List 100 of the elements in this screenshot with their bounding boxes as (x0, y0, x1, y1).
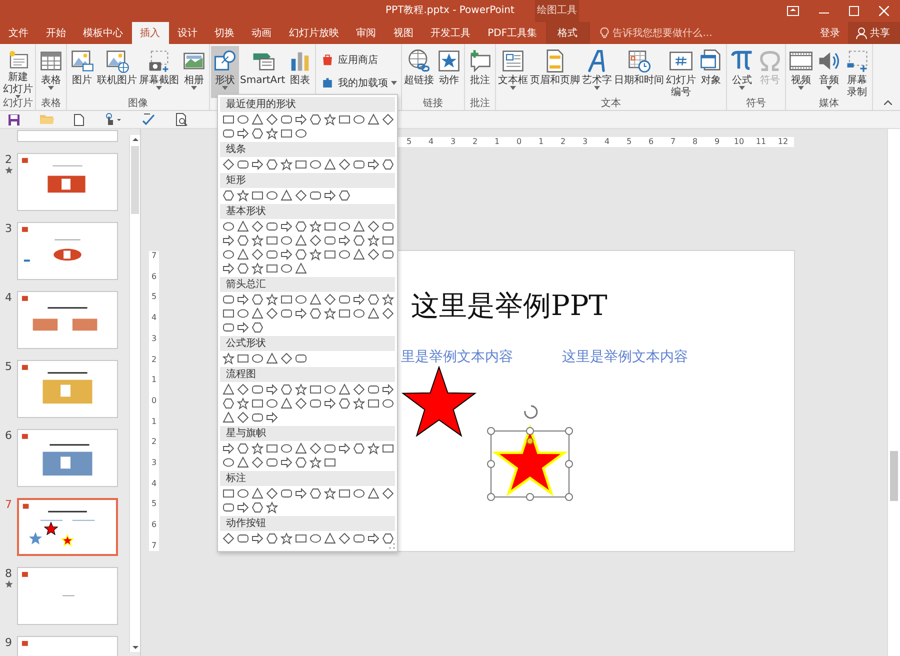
ribbon-button[interactable]: 形状 (211, 46, 239, 98)
ribbon-tab[interactable]: 开发工具 (422, 22, 480, 44)
caret-icon (798, 86, 804, 90)
ruler-number: 7 (151, 251, 157, 261)
section-header: 线条 (220, 142, 395, 157)
ribbon-button[interactable]: 艺术字 (581, 46, 614, 98)
close-icon[interactable] (879, 6, 889, 16)
ruler-number: 4 (151, 313, 157, 324)
resize-grip-icon[interactable] (389, 543, 395, 549)
ruler-number: 3 (151, 334, 157, 344)
spelling-check-icon[interactable] (142, 113, 156, 126)
ribbon-button[interactable]: 我的加载项 (317, 73, 400, 92)
text-box-icon (500, 48, 526, 74)
globe-link-icon (406, 48, 432, 74)
ribbon-button[interactable]: 新建 幻灯片 (2, 46, 34, 98)
ribbon-button[interactable]: 公式 (728, 46, 756, 98)
ribbon-button[interactable]: 图片 (68, 46, 96, 98)
new-document-icon[interactable] (74, 114, 84, 126)
sign-in-link[interactable]: 登录 (820, 26, 840, 40)
ribbon-button[interactable]: 动作 (435, 46, 464, 98)
ribbon-button[interactable]: 视频 (787, 46, 816, 98)
slide-number: 9 (5, 637, 12, 649)
ribbon-tab[interactable]: 格式 (546, 22, 590, 44)
ribbon-button[interactable]: 屏幕 录制 (843, 46, 872, 98)
section-header: 最近使用的形状 (220, 97, 395, 112)
ruler-number: 3 (449, 137, 457, 147)
ribbon-button[interactable]: 幻灯片 编号 (665, 46, 698, 98)
ribbon-tab[interactable]: 幻灯片放映 (280, 22, 348, 44)
maximize-icon[interactable] (849, 6, 859, 16)
group-label: 媒体 (819, 98, 840, 110)
slide-text[interactable]: 这里是举例文本内容 (562, 348, 688, 366)
ruler-number: 6 (151, 272, 157, 282)
ribbon-tab[interactable]: 切换 (206, 22, 244, 44)
section-header: 矩形 (220, 173, 395, 188)
slide-thumbnail[interactable] (17, 291, 118, 349)
ribbon-tab[interactable]: 模板中心 (74, 22, 132, 44)
slide-thumbnail[interactable] (17, 222, 118, 280)
touch-mode-icon[interactable] (104, 113, 122, 126)
slide-thumbnail[interactable] (17, 567, 118, 625)
ruler-number: 4 (151, 478, 157, 489)
ruler-number: 1 (537, 137, 545, 147)
ribbon-tab[interactable]: 插入 (132, 22, 169, 44)
ribbon-button[interactable]: 音频 (815, 46, 844, 98)
scrollbar[interactable] (887, 129, 900, 656)
ribbon-tab[interactable]: PDF工具集 (479, 22, 546, 44)
ribbon-button[interactable]: 超链接 (403, 46, 436, 98)
ruler-number: 2 (471, 137, 479, 147)
tell-me-field[interactable]: 告诉我您想要做什么... (612, 28, 743, 38)
save-icon[interactable] (8, 114, 20, 126)
ribbon-tab[interactable]: 审阅 (348, 22, 385, 44)
ribbon-tab[interactable]: 文件 (0, 22, 38, 44)
ribbon-tab[interactable]: 视图 (384, 22, 422, 44)
ruler-number: 2 (151, 437, 157, 448)
scroll-down-icon[interactable] (130, 643, 140, 652)
slide-number: 4 (5, 292, 12, 304)
ribbon-button[interactable]: 文本框 (497, 46, 530, 98)
ruler-number: 1 (151, 375, 157, 386)
ribbon-tab[interactable]: 开始 (37, 22, 74, 44)
online-picture-icon (104, 48, 130, 74)
ribbon-button[interactable]: 页眉和页脚 (529, 46, 582, 98)
slide-thumbnail[interactable] (17, 360, 118, 418)
share-button[interactable]: 共享 (848, 22, 900, 44)
ribbon-button[interactable]: 应用商店 (317, 50, 382, 69)
ruler-number: 1 (493, 137, 501, 147)
ribbon-tab[interactable]: 设计 (168, 22, 206, 44)
ruler-number: 3 (581, 137, 589, 147)
ribbon-button[interactable]: 屏幕截图 (138, 46, 180, 98)
slide-number: 3 (5, 223, 12, 235)
ribbon-button[interactable]: 批注 (466, 46, 494, 98)
ribbon-button[interactable]: 相册 (180, 46, 208, 98)
caret-icon (191, 86, 197, 90)
ruler-number: 4 (427, 137, 435, 147)
scrollbar-thumb[interactable] (131, 146, 139, 214)
scroll-up-icon[interactable] (130, 135, 140, 144)
slide-text[interactable]: 里是举例文本内容 (401, 348, 513, 366)
slide-thumbnail[interactable] (17, 429, 118, 487)
section-header: 动作按钮 (220, 516, 395, 531)
ribbon-button[interactable]: 对象 (697, 46, 726, 98)
scrollbar[interactable] (129, 135, 140, 652)
scrollbar-thumb[interactable] (890, 451, 898, 501)
ribbon-button[interactable]: 日期和时间 (613, 46, 666, 98)
ribbon-button[interactable]: 图表 (286, 46, 314, 98)
ribbon-button[interactable]: SmartArt (239, 46, 286, 98)
caret-icon (826, 86, 832, 90)
print-preview-icon[interactable] (176, 113, 188, 126)
section-header: 基本形状 (220, 204, 395, 219)
caret-icon (48, 86, 54, 90)
ribbon-display-icon[interactable] (787, 6, 799, 16)
slide-title[interactable]: 这里是举例PPT (411, 287, 608, 325)
slide-thumbnail[interactable] (17, 153, 118, 211)
ruler-number: 5 (405, 137, 413, 147)
ribbon-tab[interactable]: 动画 (243, 22, 280, 44)
collapse-ribbon-icon[interactable] (884, 100, 892, 105)
ribbon-button[interactable]: 联机图片 (96, 46, 138, 98)
ribbon-button[interactable]: 表格 (37, 46, 65, 98)
ruler-number: 8 (691, 137, 699, 147)
picture-icon (69, 48, 95, 74)
ruler-number: 3 (151, 458, 157, 468)
slide-thumbnail[interactable] (17, 130, 118, 142)
slide-thumbnail[interactable] (17, 498, 118, 556)
